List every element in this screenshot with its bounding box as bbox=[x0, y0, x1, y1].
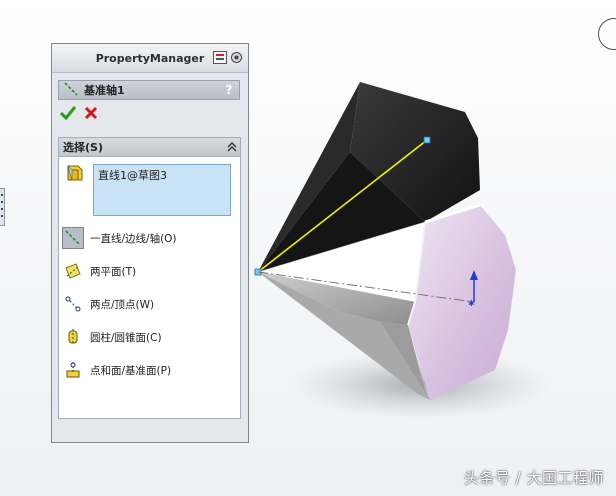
section-title: 选择(S) bbox=[63, 141, 103, 154]
ok-check-icon[interactable] bbox=[59, 105, 77, 123]
collapsed-panel-tab[interactable] bbox=[0, 188, 5, 226]
option-two-planes[interactable]: 两平面(T) bbox=[62, 259, 136, 283]
selection-field-row bbox=[63, 162, 85, 187]
selection-list[interactable]: 直线1@草图3 bbox=[93, 164, 231, 216]
two-planes-icon bbox=[62, 260, 84, 282]
feature-title-bar: 基准轴1 ? bbox=[58, 80, 240, 100]
selections-section: 选择(S) 直线1@草图3 一直线/边线/轴(O) 两平面(T) 两点/顶点(W… bbox=[58, 137, 241, 419]
option-label: 两平面(T) bbox=[90, 265, 137, 278]
feature-title: 基准轴1 bbox=[84, 84, 125, 97]
two-points-icon bbox=[62, 293, 84, 315]
settings-icon[interactable] bbox=[229, 50, 243, 64]
option-label: 两点/顶点(W) bbox=[90, 298, 155, 311]
option-two-points[interactable]: 两点/顶点(W) bbox=[62, 292, 154, 316]
cancel-x-icon[interactable] bbox=[84, 106, 98, 123]
option-label: 一直线/边线/轴(O) bbox=[90, 232, 177, 245]
option-cylinder-cone[interactable]: 圆柱/圆锥面(C) bbox=[62, 325, 162, 349]
reference-entity-icon bbox=[63, 162, 85, 187]
option-label: 点和面/基准面(P) bbox=[90, 364, 172, 377]
option-line-edge-axis[interactable]: 一直线/边线/轴(O) bbox=[62, 226, 177, 250]
line-axis-icon bbox=[62, 227, 84, 249]
option-point-plane[interactable]: 点和面/基准面(P) bbox=[62, 358, 171, 382]
option-label: 圆柱/圆锥面(C) bbox=[90, 331, 162, 344]
section-header[interactable]: 选择(S) bbox=[59, 138, 240, 157]
point-plane-icon bbox=[62, 359, 84, 381]
ok-cancel-row bbox=[59, 105, 248, 123]
panel-header: PropertyManager bbox=[52, 44, 248, 73]
help-button[interactable]: ? bbox=[219, 81, 239, 99]
datum-axis-icon bbox=[63, 81, 79, 100]
property-manager-panel: PropertyManager 基准轴1 ? 选择(S) 直线1@草图3 一直线… bbox=[51, 43, 249, 443]
panel-title: PropertyManager bbox=[95, 51, 205, 65]
watermark-text: 头条号 / 大国工程师 bbox=[463, 469, 604, 487]
selection-list-item[interactable]: 直线1@草图3 bbox=[98, 167, 226, 183]
pin-icon[interactable] bbox=[213, 50, 227, 64]
cylinder-cone-icon bbox=[62, 326, 84, 348]
svg-text:✱: ✱ bbox=[468, 299, 475, 308]
collapse-chevron-icon[interactable] bbox=[224, 142, 240, 152]
